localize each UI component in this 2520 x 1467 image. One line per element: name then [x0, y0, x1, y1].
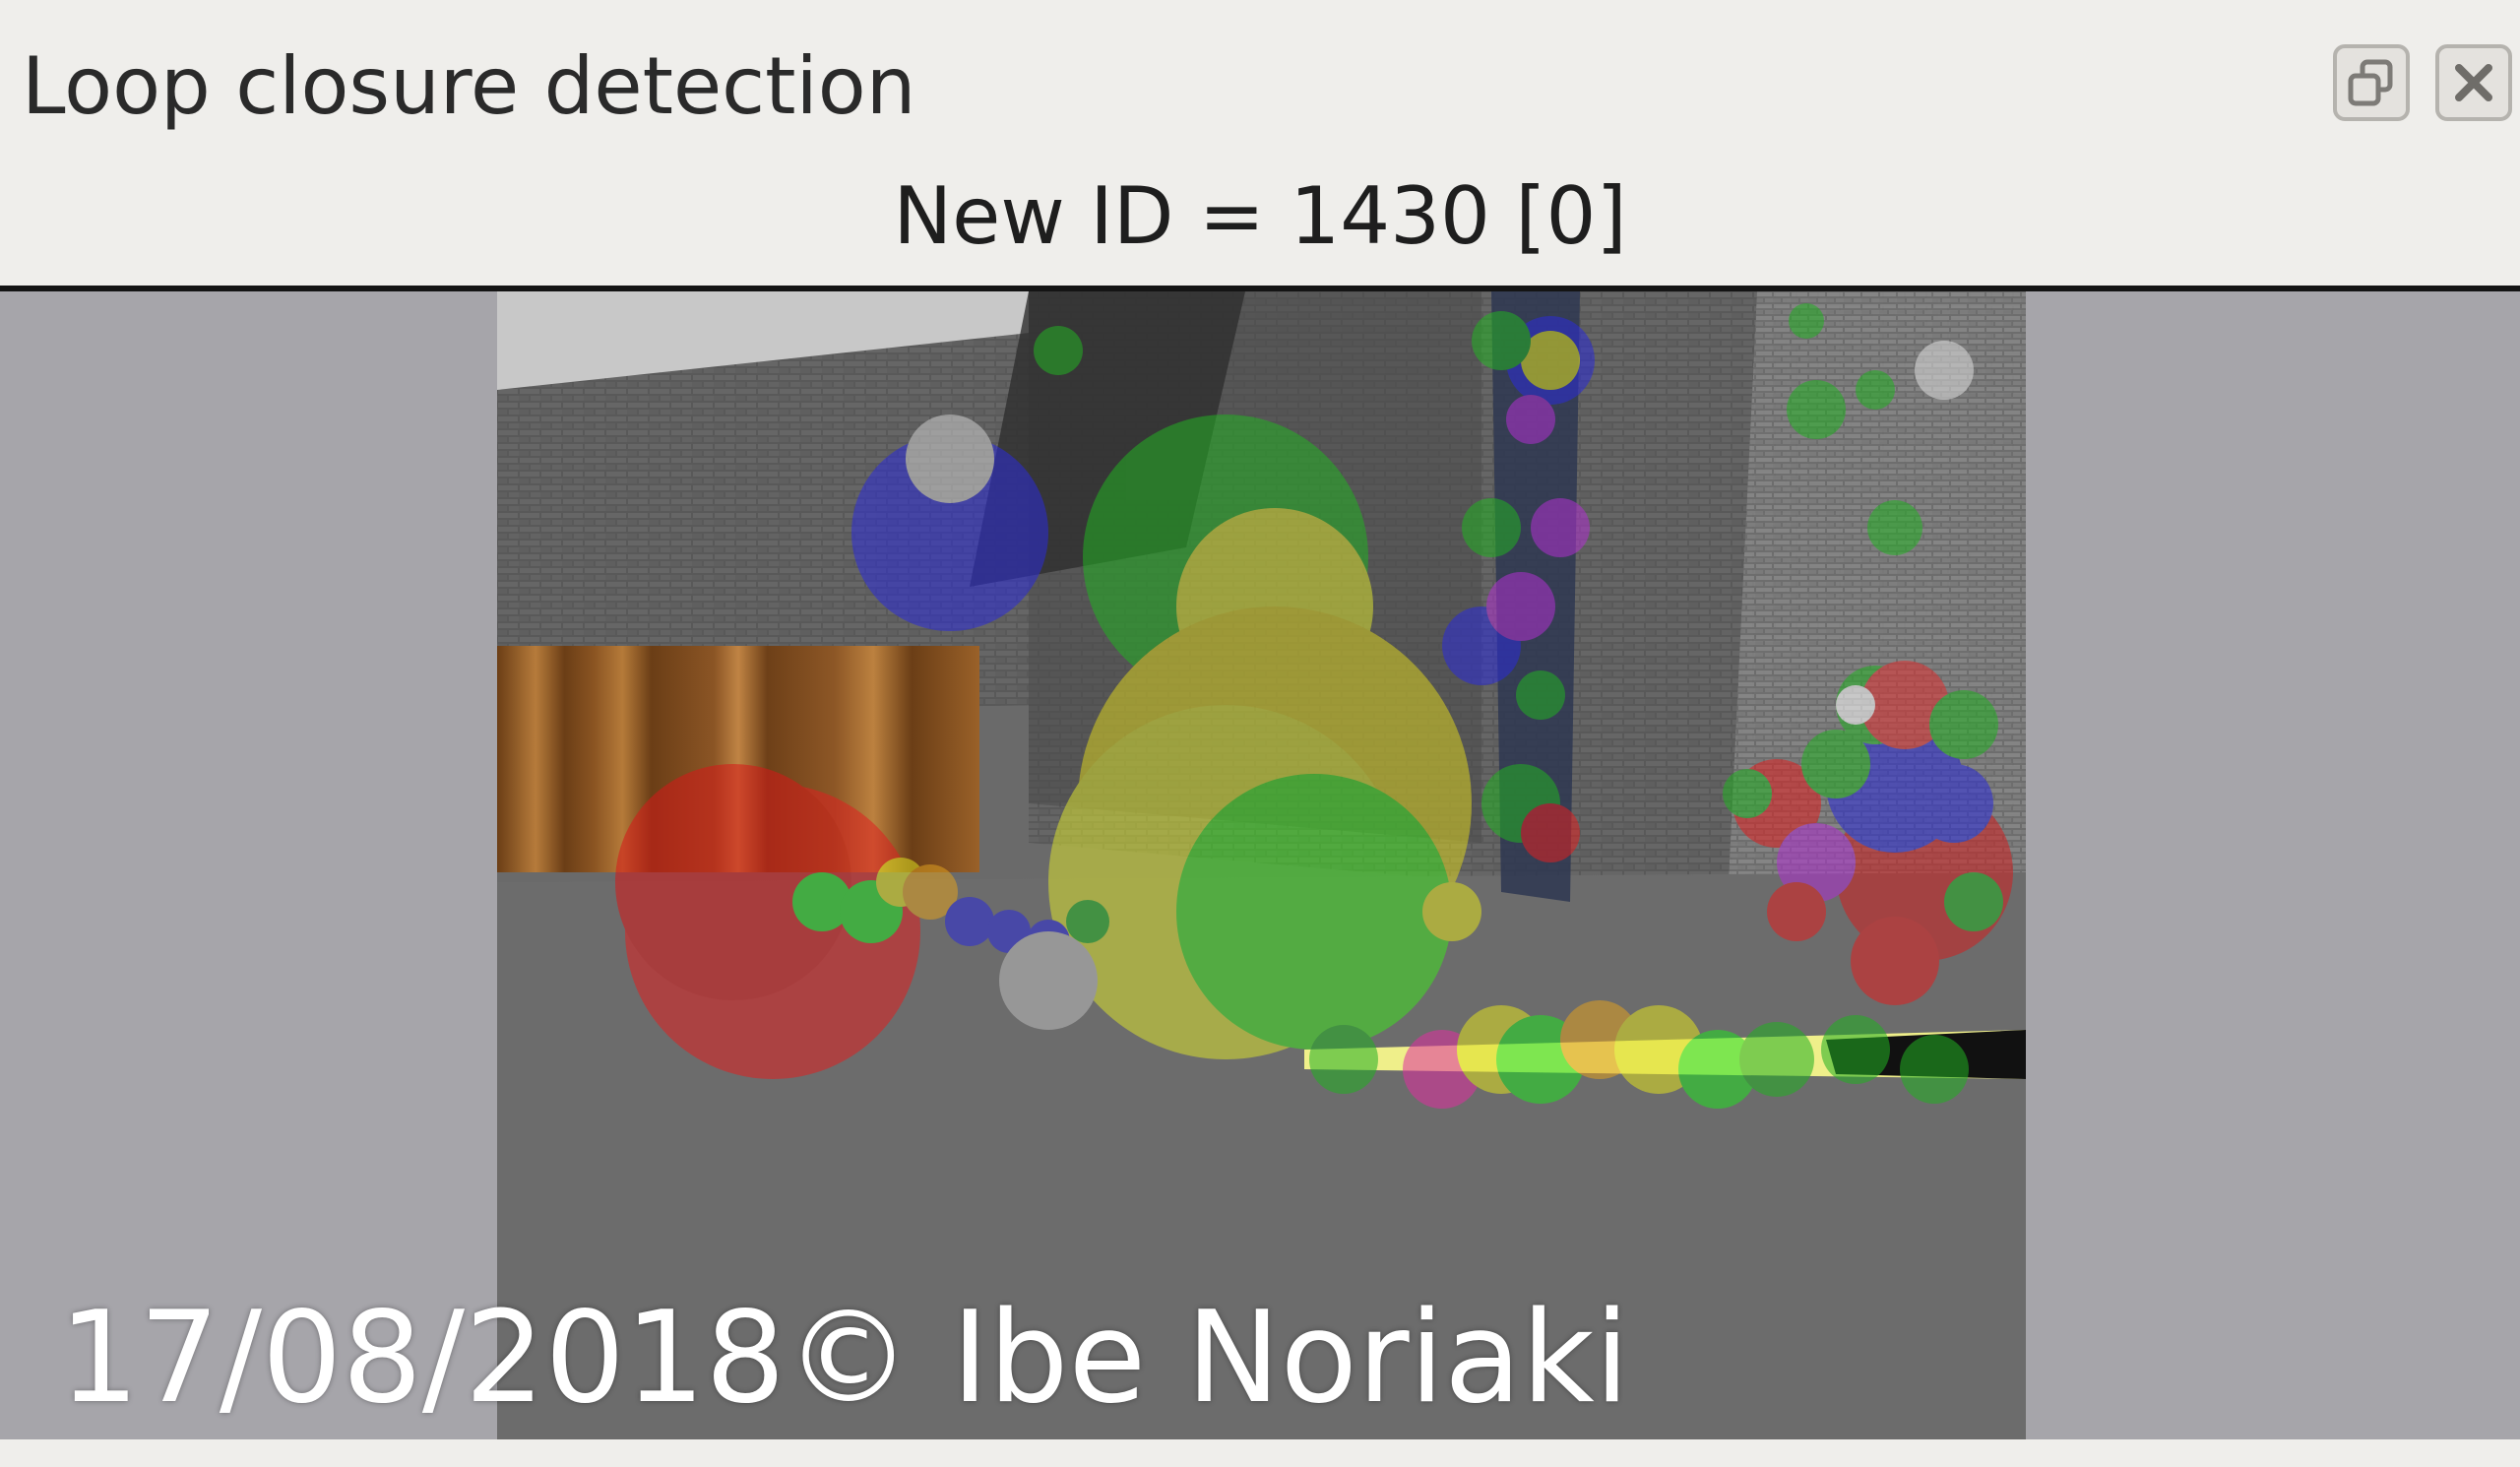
close-window-icon [2455, 64, 2492, 101]
image-view [0, 291, 2520, 1439]
close-window-button[interactable] [2435, 44, 2512, 121]
panel-title: Loop closure detection [22, 40, 916, 132]
camera-image [497, 291, 2026, 1439]
watermark-text: 17/08/2018© Ibe Noriaki [59, 1285, 1630, 1432]
float-window-button[interactable] [2333, 44, 2410, 121]
float-window-icon [2348, 59, 2393, 106]
new-id-label: New ID = 1430 [0] [893, 170, 1627, 262]
dock-title-bar: Loop closure detection [0, 0, 2520, 169]
camera-frame [497, 291, 2026, 1439]
status-bar [0, 1439, 2520, 1467]
